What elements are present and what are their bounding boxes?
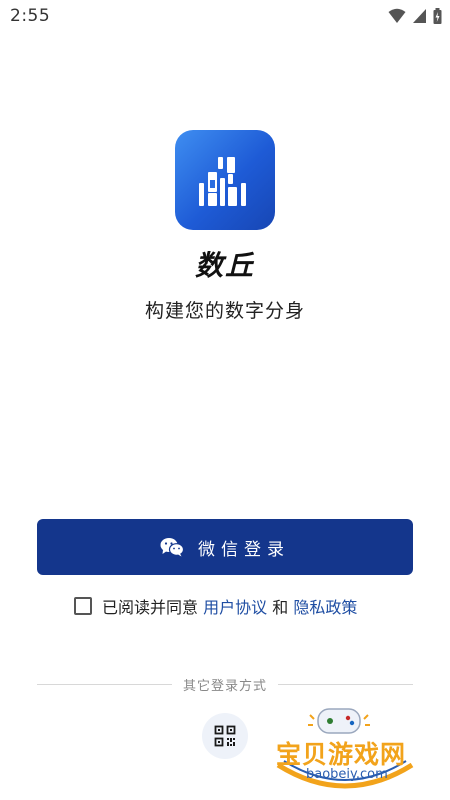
wechat-login-label: 微信登录 [198,539,290,560]
app-logo-icon [199,157,246,206]
agreement-row: 已阅读并同意 用户协议 和 隐私政策 [74,594,357,618]
agreement-and: 和 [272,598,289,617]
app-logo [175,130,275,230]
watermark-url: baobeiy.com [306,767,388,782]
agreement-prefix: 已阅读并同意 [102,598,199,617]
privacy-policy-link[interactable]: 隐私政策 [293,598,357,617]
signal-icon [413,9,426,23]
app-slogan: 构建您的数字分身 [144,300,305,322]
agreement-text: 已阅读并同意 用户协议 和 隐私政策 [102,594,357,618]
user-agreement-link[interactable]: 用户协议 [203,598,267,617]
wechat-icon [160,538,184,557]
watermark-logo: 宝贝游戏网 baobeiy.com [270,705,420,797]
battery-icon [433,8,442,24]
wechat-login-button[interactable]: 微信登录 [37,519,413,575]
wifi-icon [388,8,406,23]
app-name: 数丘 [194,249,255,282]
qr-login-button[interactable] [202,713,248,759]
status-time: 2:55 [10,6,51,26]
divider-line-right [278,684,413,685]
watermark-text: 宝贝游戏网 [276,740,407,769]
status-bar: 2:55 [0,0,450,32]
qr-code-icon [214,725,236,747]
agreement-checkbox[interactable] [74,597,92,615]
status-icons [388,8,442,24]
other-login-divider: 其它登录方式 [37,675,413,695]
